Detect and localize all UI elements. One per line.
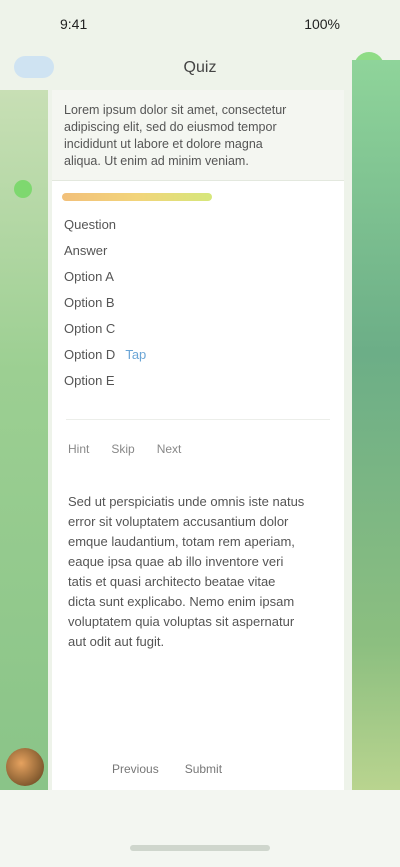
list-item-label: Option D: [64, 346, 116, 362]
bottom-links: Previous Submit: [112, 762, 222, 776]
list-item-label: Answer: [64, 242, 108, 258]
intro-line: aliqua. Ut enim ad minim veniam.: [64, 154, 249, 168]
action-links: Hint Skip Next: [52, 436, 344, 462]
list-item[interactable]: Option D Tap: [64, 341, 332, 367]
list-item[interactable]: Option E: [64, 367, 332, 393]
paragraph-line: emque laudantium, totam rem aperiam,: [68, 534, 295, 549]
avatar[interactable]: [6, 748, 44, 786]
paragraph-line: aut odit aut fugit.: [68, 634, 165, 649]
divider: [66, 419, 330, 420]
paragraph-line: voluptatem quia voluptas sit aspernatur: [68, 614, 295, 629]
paragraph-line: eaque ipsa quae ab illo inventore veri: [68, 554, 284, 569]
intro-text: Lorem ipsum dolor sit amet, consectetur …: [52, 90, 344, 181]
bottom-bar: [0, 790, 400, 867]
hint-link[interactable]: Hint: [68, 442, 89, 456]
list-item-action[interactable]: Tap: [125, 347, 146, 362]
list-item-label: Option E: [64, 372, 115, 388]
list-item[interactable]: Option A: [64, 263, 332, 289]
body-paragraph: Sed ut perspiciatis unde omnis iste natu…: [52, 462, 344, 652]
intro-line: incididunt ut labore et dolore magna: [64, 137, 263, 151]
intro-line: adipiscing elit, sed do eiusmod tempor: [64, 120, 277, 134]
list-item-label: Question: [64, 216, 117, 232]
submit-link[interactable]: Submit: [185, 762, 222, 776]
list-item-label: Option B: [64, 294, 115, 310]
list-item[interactable]: Answer: [64, 237, 332, 263]
status-dot-icon: [14, 180, 32, 198]
previous-link[interactable]: Previous: [112, 762, 159, 776]
status-bar: 9:41 100%: [0, 0, 400, 48]
paragraph-line: Sed ut perspiciatis unde omnis iste natu…: [68, 494, 305, 509]
paragraph-line: dicta sunt explicabo. Nemo enim ipsam: [68, 594, 295, 609]
next-link[interactable]: Next: [157, 442, 182, 456]
content-panel: Lorem ipsum dolor sit amet, consectetur …: [52, 90, 344, 790]
list-item-label: Option A: [64, 268, 114, 284]
home-indicator[interactable]: [130, 845, 270, 851]
status-battery: 100%: [304, 16, 340, 32]
paragraph-line: tatis et quasi architecto beatae vitae: [68, 574, 276, 589]
skip-link[interactable]: Skip: [111, 442, 134, 456]
page-title: Quiz: [183, 59, 217, 76]
right-rail: [352, 60, 400, 790]
progress-bar: [62, 193, 212, 201]
status-time: 9:41: [60, 16, 88, 32]
left-rail: [0, 90, 48, 790]
list-item[interactable]: Option C: [64, 315, 332, 341]
options-list: Question Answer Option A Option B Option…: [52, 201, 344, 403]
back-button[interactable]: [14, 56, 54, 78]
list-item-label: Option C: [64, 320, 116, 336]
list-item[interactable]: Option B: [64, 289, 332, 315]
list-item[interactable]: Question: [64, 211, 332, 237]
paragraph-line: error sit voluptatem accusantium dolor: [68, 514, 289, 529]
intro-line: Lorem ipsum dolor sit amet, consectetur: [64, 103, 287, 117]
header: Quiz: [0, 48, 400, 88]
